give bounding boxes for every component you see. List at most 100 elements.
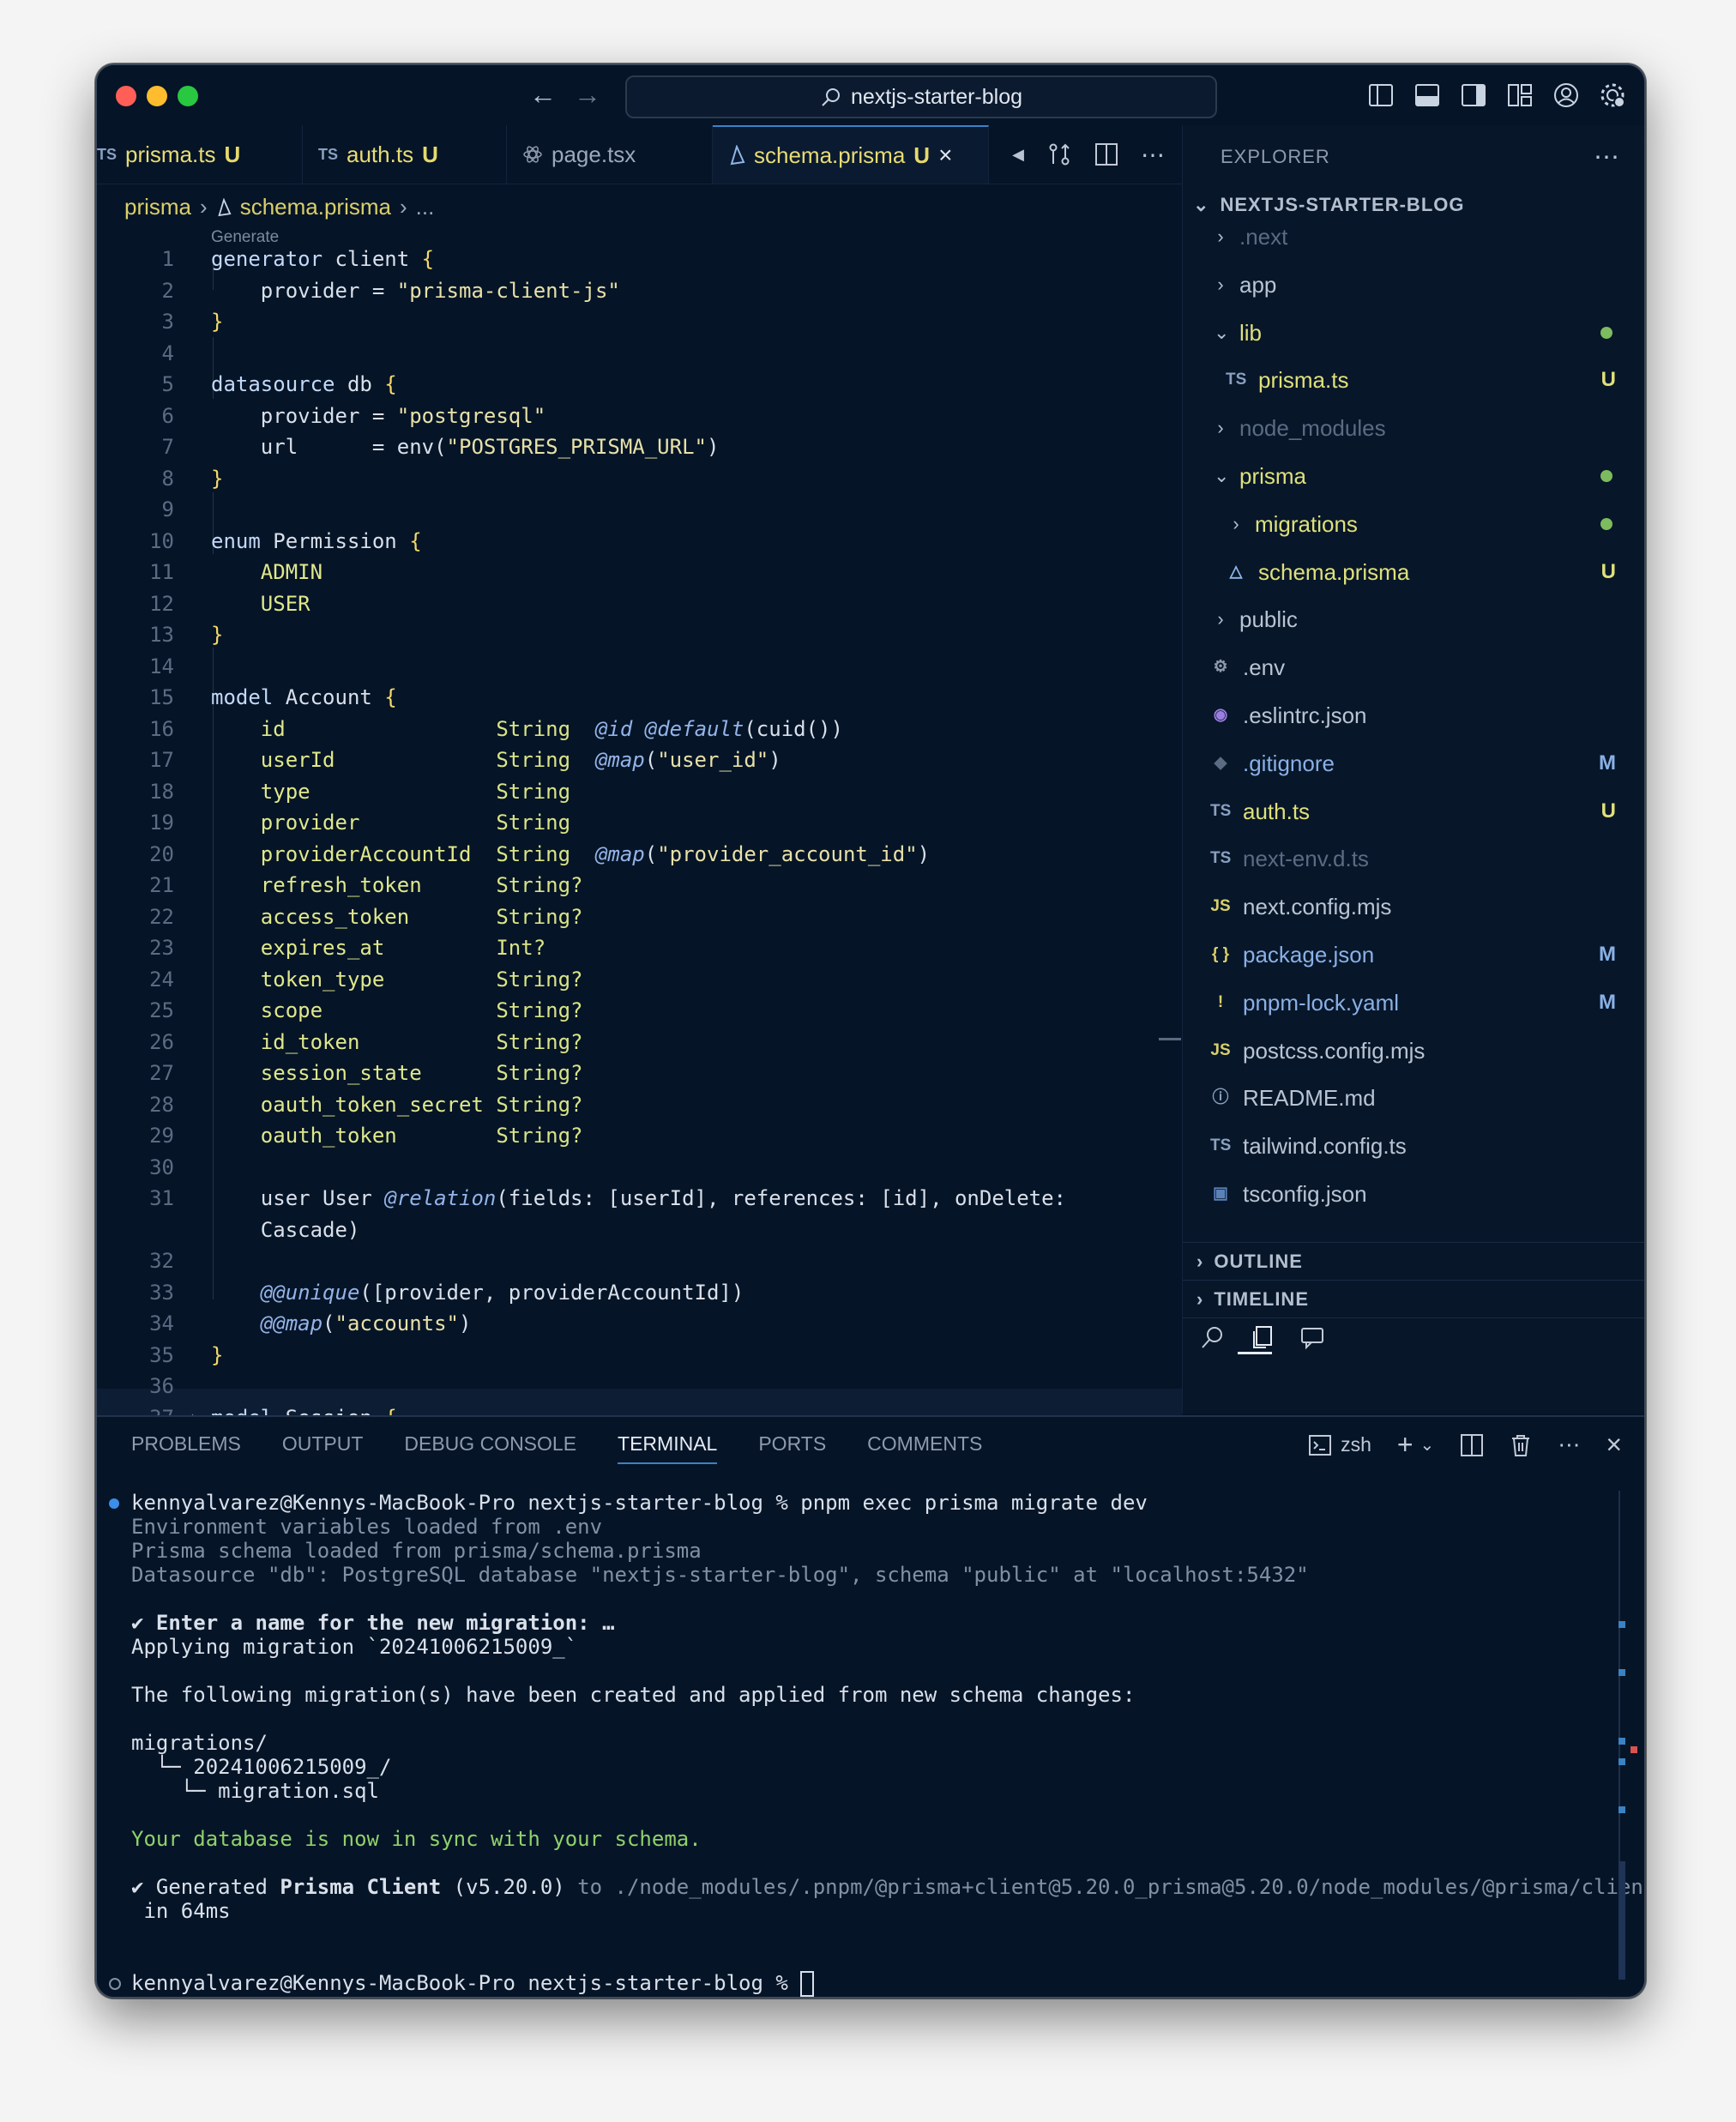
typescript-file-icon: TS	[97, 145, 118, 163]
tab-page-tsx[interactable]: page.tsx	[507, 125, 713, 184]
line-number: 21	[149, 873, 174, 897]
trash-icon[interactable]	[1510, 1433, 1532, 1457]
tree-item-public[interactable]: › public	[1214, 600, 1644, 638]
tab-terminal[interactable]: TERMINAL	[618, 1432, 718, 1464]
tree-item-schema-prisma[interactable]: △ schema.prisma U	[1226, 553, 1644, 591]
settings-gear-icon[interactable]	[1598, 81, 1627, 110]
tree-item-lib[interactable]: ⌄ lib	[1214, 314, 1644, 352]
toggle-secondary-sidebar-icon[interactable]	[1459, 81, 1488, 110]
more-actions-icon[interactable]: ⋯	[1558, 1432, 1580, 1458]
chevron-right-icon: ›	[1197, 1287, 1204, 1310]
chat-icon[interactable]	[1299, 1324, 1327, 1350]
scroll-tabs-left-icon[interactable]: ◀	[1012, 146, 1024, 164]
tree-item-next-config-mjs[interactable]: JS next.config.mjs	[1210, 888, 1644, 925]
back-arrow-icon[interactable]: ←	[529, 79, 557, 110]
close-window-button[interactable]	[116, 86, 136, 106]
tree-item-label: prisma	[1239, 463, 1307, 489]
tab-comments[interactable]: COMMENTS	[867, 1432, 982, 1464]
line-number: 24	[149, 967, 174, 992]
tree-item-next[interactable]: › .next	[1214, 218, 1644, 256]
line-number: 32	[149, 1249, 174, 1273]
tree-item-label: schema.prisma	[1258, 558, 1410, 585]
breadcrumb-file[interactable]: schema.prisma	[240, 194, 391, 220]
code-editor[interactable]: Generate 1 generator client {2 provider =…	[97, 228, 1182, 1430]
tab-schema-prisma[interactable]: schema.prisma U ×	[713, 125, 989, 184]
tsconfig-file-icon: ▣	[1213, 1185, 1228, 1203]
command-center-search[interactable]: nextjs-starter-blog	[625, 75, 1217, 118]
react-file-icon	[523, 146, 542, 163]
tree-item-label: public	[1239, 606, 1298, 633]
tree-item-env[interactable]: ⚙ .env	[1210, 648, 1644, 686]
breadcrumb-folder[interactable]: prisma	[124, 194, 191, 220]
customize-layout-icon[interactable]	[1505, 81, 1534, 110]
tree-item-auth-ts[interactable]: TS auth.ts U	[1210, 793, 1644, 830]
forward-arrow-icon[interactable]: →	[574, 79, 601, 110]
explorer-more-icon[interactable]: ⋯	[1594, 142, 1619, 172]
tab-auth-ts[interactable]: TS auth.ts U	[303, 125, 507, 184]
git-status-badge: M	[1599, 943, 1616, 966]
line-content: oauth_token_secret String?	[260, 1092, 583, 1117]
tab-problems[interactable]: PROBLEMS	[131, 1432, 241, 1464]
editor-group: TS prisma.ts U TS auth.ts U page.tsx sch…	[97, 125, 1182, 1430]
tree-item-eslintrc-json[interactable]: ◉ .eslintrc.json	[1210, 696, 1644, 734]
split-terminal-icon[interactable]	[1460, 1433, 1484, 1457]
tree-item-migrations[interactable]: › migrations	[1229, 505, 1644, 543]
tree-item-label: README.md	[1243, 1085, 1376, 1112]
tree-item-prisma[interactable]: ⌄ prisma	[1214, 457, 1644, 495]
breadcrumb-more[interactable]: ...	[416, 194, 435, 220]
terminal-cursor	[800, 1971, 815, 1997]
tree-item-label: pnpm-lock.yaml	[1243, 989, 1400, 1016]
toggle-panel-icon[interactable]	[1413, 81, 1442, 110]
tree-item-node-modules[interactable]: › node_modules	[1214, 409, 1644, 447]
prisma-file-icon	[730, 145, 745, 166]
line-number: 13	[149, 623, 174, 647]
close-tab-icon[interactable]: ×	[938, 142, 952, 169]
account-icon[interactable]	[1552, 81, 1581, 110]
line-number: 1	[161, 247, 174, 271]
outline-section[interactable]: › OUTLINE	[1183, 1242, 1644, 1280]
tree-item-next-env-d-ts[interactable]: TS next-env.d.ts	[1210, 840, 1644, 877]
title-bar: ← → nextjs-starter-blog	[97, 65, 1644, 125]
line-number: 6	[161, 403, 174, 428]
tab-prisma-ts[interactable]: TS prisma.ts U	[97, 125, 303, 184]
line-number: 15	[149, 685, 174, 709]
panel-tabs: PROBLEMS OUTPUT DEBUG CONSOLE TERMINAL P…	[131, 1432, 982, 1464]
tab-output[interactable]: OUTPUT	[282, 1432, 364, 1464]
tree-item-label: next.config.mjs	[1243, 894, 1392, 920]
line-number: 35	[149, 1342, 174, 1367]
chevron-right-icon: ›	[200, 194, 208, 220]
close-panel-icon[interactable]: ×	[1606, 1429, 1622, 1461]
tree-item-prisma-ts[interactable]: TS prisma.ts U	[1226, 361, 1644, 399]
tab-ports[interactable]: PORTS	[758, 1432, 826, 1464]
tab-debug-console[interactable]: DEBUG CONSOLE	[404, 1432, 576, 1464]
chevron-down-icon[interactable]: ⌄	[1420, 1434, 1435, 1456]
line-number: 30	[149, 1154, 174, 1179]
tree-item-tailwind-config-ts[interactable]: TS tailwind.config.ts	[1210, 1127, 1644, 1165]
tree-item-gitignore[interactable]: ◆ .gitignore M	[1210, 745, 1644, 782]
minimize-window-button[interactable]	[147, 86, 167, 106]
split-editor-icon[interactable]	[1094, 142, 1118, 166]
explorer-root-folder[interactable]: ⌄ NEXTJS-STARTER-BLOG	[1193, 194, 1464, 216]
tree-item-label: .gitignore	[1243, 750, 1335, 776]
tree-item-app[interactable]: › app	[1214, 266, 1644, 304]
tree-item-tsconfig-json[interactable]: ▣ tsconfig.json	[1210, 1175, 1644, 1213]
explorer-files-icon[interactable]	[1250, 1324, 1275, 1350]
line-content: userId String @map("user_id")	[260, 748, 781, 772]
timeline-section[interactable]: › TIMELINE	[1183, 1280, 1644, 1317]
open-changes-icon[interactable]	[1046, 142, 1072, 167]
tree-item-readme-md[interactable]: ⓘ README.md	[1210, 1079, 1644, 1117]
scrollbar-marker	[1159, 1038, 1181, 1040]
new-terminal-icon[interactable]: +	[1397, 1429, 1414, 1461]
tree-item-postcss-config-mjs[interactable]: JS postcss.config.mjs	[1210, 1032, 1644, 1070]
tree-item-pnpm-lock-yaml[interactable]: ! pnpm-lock.yaml M	[1210, 984, 1644, 1022]
tree-item-package-json[interactable]: { } package.json M	[1210, 936, 1644, 974]
maximize-window-button[interactable]	[178, 86, 198, 106]
line-content: @@map("accounts")	[260, 1311, 472, 1335]
more-actions-icon[interactable]: ⋯	[1141, 141, 1165, 169]
search-icon[interactable]	[1200, 1324, 1226, 1350]
tree-item-label: lib	[1239, 319, 1263, 346]
terminal-scrollbar[interactable]	[1618, 1491, 1637, 1980]
toggle-primary-sidebar-icon[interactable]	[1366, 81, 1395, 110]
explorer-sidebar: EXPLORER ⋯ ⌄ NEXTJS-STARTER-BLOG › .next ›…	[1182, 125, 1644, 1414]
terminal-shell-selector[interactable]: zsh	[1308, 1433, 1371, 1456]
